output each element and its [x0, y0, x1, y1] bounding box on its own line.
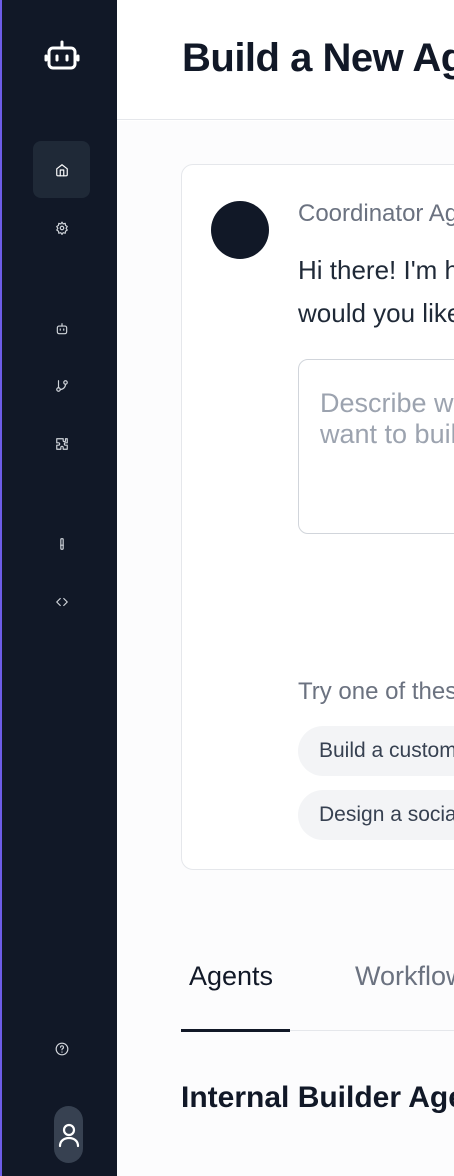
coordinator-card: Coordinator Agent Hi there! I'm here to … — [181, 164, 454, 870]
sidebar — [0, 0, 117, 1176]
coordinator-name: Coordinator Agent — [298, 200, 454, 227]
suggestion-chip[interactable]: Build a custom agent — [298, 726, 454, 776]
suggestion-chip[interactable]: Design a social media agent — [298, 790, 454, 840]
agent-description-input[interactable] — [298, 359, 454, 534]
tab-workflows[interactable]: Workflows — [355, 961, 454, 992]
page-header: Build a New Agent — [117, 0, 454, 120]
puzzle-icon — [55, 437, 68, 450]
help-circle-icon — [55, 1042, 68, 1055]
content-area: Coordinator Agent Hi there! I'm here to … — [117, 121, 454, 1176]
sidebar-item-settings[interactable] — [33, 199, 90, 256]
sidebar-item-code[interactable] — [33, 573, 90, 630]
bot-icon — [56, 322, 67, 334]
active-tab-indicator — [181, 1029, 290, 1032]
user-profile-button[interactable] — [54, 1106, 83, 1163]
coordinator-avatar — [211, 201, 269, 259]
sidebar-item-home[interactable] — [33, 141, 90, 198]
home-icon — [55, 163, 68, 176]
sidebar-item-workflows[interactable] — [33, 357, 90, 414]
sidebar-item-tests[interactable] — [33, 515, 90, 572]
suggestions-label: Try one of these: — [298, 678, 454, 705]
gear-icon — [55, 221, 68, 235]
page-title: Build a New Agent — [182, 36, 454, 80]
tab-agents[interactable]: Agents — [189, 961, 273, 992]
code-icon — [55, 597, 68, 606]
sidebar-item-integrations[interactable] — [33, 415, 90, 472]
sidebar-item-help[interactable] — [33, 1020, 90, 1077]
sidebar-item-agents[interactable] — [33, 300, 90, 357]
section-title: Internal Builder Agents — [181, 1081, 454, 1114]
flask-icon — [59, 537, 64, 550]
coordinator-greeting: Hi there! I'm here to help. What would y… — [298, 255, 454, 328]
main-area: Build a New Agent Coordinator Agent Hi t… — [117, 0, 454, 1176]
robot-logo-icon — [44, 40, 80, 72]
tab-bar: Agents Workflows — [181, 941, 454, 1032]
user-icon — [58, 1123, 79, 1147]
git-branch-icon — [55, 379, 68, 392]
